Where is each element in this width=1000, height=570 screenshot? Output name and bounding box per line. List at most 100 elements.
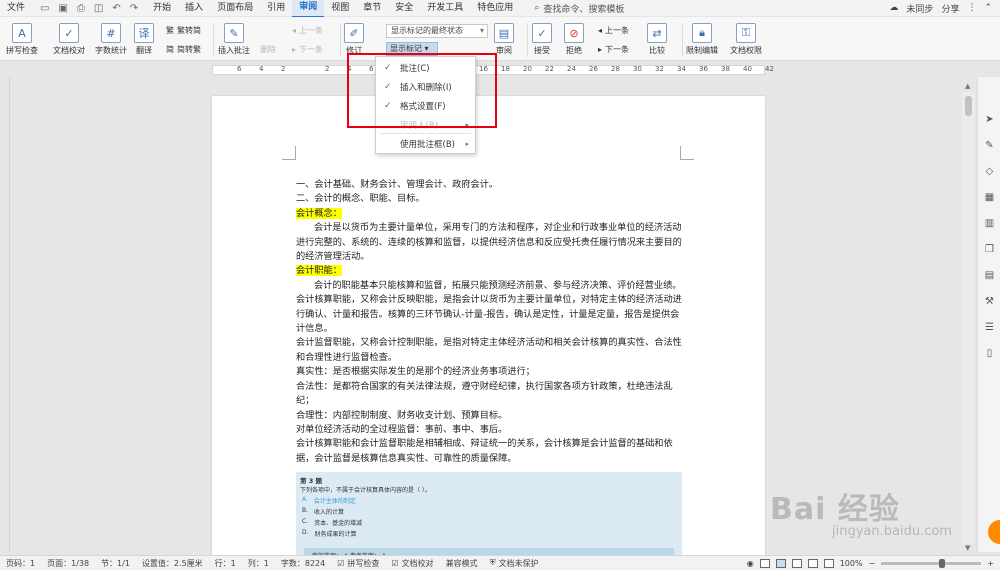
tab-references[interactable]: 引用 — [260, 0, 292, 17]
scroll-down-icon[interactable]: ▼ — [965, 544, 970, 552]
spell-check-label: 拼写检查 — [6, 46, 38, 55]
vertical-scrollbar[interactable]: ▲ ▼ — [962, 82, 975, 552]
file-menu[interactable]: 文件 — [0, 0, 32, 17]
doc-rights-button[interactable]: ⚿ 文档权限 — [730, 23, 762, 56]
review-pane-button[interactable]: ▤ 审阅 — [494, 23, 514, 56]
ruler-tick-label: 32 — [655, 65, 664, 73]
embedded-quiz-image[interactable]: 第 3 题 下列各项中，不属于会计核算具体内容的是（ ）。 A. 会计主体的制定 … — [296, 472, 682, 556]
shape-icon[interactable]: ◇ — [983, 165, 996, 178]
reject-button[interactable]: ⊘ 拒绝 — [564, 23, 584, 56]
view-page-icon[interactable] — [775, 558, 786, 568]
next-change-button[interactable]: ▸ 下一条 — [598, 44, 629, 55]
print-preview-icon[interactable]: ◫ — [94, 3, 103, 14]
sync-status[interactable]: 未同步 — [906, 2, 933, 15]
accept-button[interactable]: ✓ 接受 — [532, 23, 552, 56]
table-icon[interactable]: ▦ — [983, 191, 996, 204]
print-icon[interactable]: ⎙ — [77, 3, 85, 14]
pen-icon[interactable]: ✎ — [983, 139, 996, 152]
display-mode-select[interactable]: 显示标记的最终状态 ▾ — [386, 24, 488, 38]
book-icon[interactable]: ▯ — [983, 347, 996, 360]
compare-icon: ⇄ — [647, 23, 667, 43]
zoom-out-icon[interactable]: − — [869, 559, 876, 568]
undo-icon[interactable]: ↶ — [112, 3, 120, 14]
layers-icon[interactable]: ☰ — [983, 321, 996, 334]
reject-label: 拒绝 — [566, 46, 582, 55]
document-body[interactable]: 一、会计基础、财务会计、管理会计、政府会计。 二、会计的概念、职能、目标。 会计… — [296, 178, 686, 466]
command-search[interactable]: ⌕ 查找命令、搜索模板 — [534, 2, 624, 15]
view-outline-icon[interactable] — [791, 558, 802, 568]
copy-icon[interactable]: ❐ — [983, 243, 996, 256]
word-count-button[interactable]: # 字数统计 — [95, 23, 127, 56]
status-doc-proof[interactable]: ☑ 文档校对 — [385, 558, 439, 569]
zoom-in-icon[interactable]: + — [987, 559, 994, 568]
word-count-icon: # — [101, 23, 121, 43]
ribbon-divider — [213, 23, 214, 57]
redo-icon[interactable]: ↷ — [130, 3, 138, 14]
scroll-up-icon[interactable]: ▲ — [965, 82, 970, 90]
tab-home[interactable]: 开始 — [146, 0, 178, 17]
scroll-thumb[interactable] — [965, 96, 972, 116]
trad-to-simp-button[interactable]: 繁繁转简 — [166, 25, 201, 36]
menu-item-label: 使用批注框(B) — [400, 140, 455, 150]
document-page[interactable]: 一、会计基础、财务会计、管理会计、政府会计。 二、会计的概念、职能、目标。 会计… — [212, 96, 765, 556]
display-mode-value: 显示标记的最终状态 — [391, 26, 463, 35]
tab-features[interactable]: 特色应用 — [470, 0, 520, 17]
paragraph: 对单位经济活动的全过程监督：事前、事中、事后。 — [296, 423, 508, 435]
doc-proof-button[interactable]: ✓ 文档校对 — [53, 23, 85, 56]
more-icon[interactable]: ⋮ — [967, 3, 976, 13]
view-web-icon[interactable] — [807, 558, 818, 568]
eye-icon[interactable]: ◉ — [747, 559, 754, 568]
prev-comment-button[interactable]: ◂ 上一条 — [292, 25, 323, 36]
track-changes-button[interactable]: ✐ 修订 — [344, 23, 364, 56]
paragraph: 合法性：是都符合国家的有关法律法规，遵守财经纪律，执行国家各项方针政策，杜绝违法… — [296, 380, 673, 407]
open-icon[interactable]: ▭ — [40, 3, 49, 14]
tab-security[interactable]: 安全 — [388, 0, 420, 17]
save-icon[interactable]: ▣ — [58, 3, 67, 14]
status-doc-protect[interactable]: ⛨ 文档未保护 — [484, 558, 545, 569]
prev-icon: ◂ — [292, 26, 297, 35]
tab-insert[interactable]: 插入 — [178, 0, 210, 17]
status-word-count[interactable]: 字数：8224 — [275, 558, 331, 569]
vertical-ruler[interactable] — [0, 77, 10, 552]
document-icon[interactable]: ▤ — [983, 269, 996, 282]
delete-comment-button[interactable]: 删除 — [260, 44, 276, 55]
zoom-slider-knob[interactable] — [939, 558, 946, 568]
simp-to-trad-button[interactable]: 简简转繁 — [166, 44, 201, 55]
view-full-icon[interactable] — [759, 558, 770, 568]
spell-check-button[interactable]: A 拼写检查 — [6, 23, 38, 56]
insert-comment-button[interactable]: ✎ 插入批注 — [218, 23, 250, 56]
status-page-number[interactable]: 页码：1 — [0, 558, 41, 569]
chart-icon[interactable]: ▥ — [983, 217, 996, 230]
menu-item-balloons[interactable]: 使用批注框(B) ▸ — [376, 135, 475, 153]
tab-view[interactable]: 视图 — [324, 0, 356, 17]
ribbon-divider — [527, 23, 528, 57]
horizontal-ruler[interactable]: 6422468101214161820222426283032343638404… — [0, 63, 1000, 77]
status-pages[interactable]: 页面：1/38 — [41, 558, 95, 569]
tab-page-layout[interactable]: 页面布局 — [210, 0, 260, 17]
restrict-edit-button[interactable]: 🔒︎ 限制编辑 — [686, 23, 718, 56]
paragraph: 合理性：内部控制制度、财务收支计划、预算目标。 — [296, 409, 508, 421]
translate-button[interactable]: 译翻译 — [134, 23, 154, 56]
view-read-icon[interactable] — [823, 558, 834, 568]
quick-access-toolbar: ▭ ▣ ⎙ ◫ ↶ ↷ — [32, 3, 146, 14]
status-section[interactable]: 节：1/1 — [95, 558, 136, 569]
tab-developer[interactable]: 开发工具 — [420, 0, 470, 17]
tab-chapter[interactable]: 章节 — [356, 0, 388, 17]
ruler-tick-label: 26 — [589, 65, 598, 73]
zoom-level[interactable]: 100% — [840, 559, 863, 568]
ruler-tick-label: 6 — [237, 65, 242, 73]
tools-icon[interactable]: ⚒ — [983, 295, 996, 308]
collapse-ribbon-icon[interactable]: ⌃ — [984, 3, 992, 13]
status-setting[interactable]: 设置值：2.5厘米 — [136, 558, 209, 569]
prev-change-button[interactable]: ◂ 上一条 — [598, 25, 629, 36]
reject-icon: ⊘ — [564, 23, 584, 43]
zoom-slider[interactable] — [881, 558, 982, 568]
status-spell-check[interactable]: ☑ 拼写检查 — [331, 558, 385, 569]
right-sidebar-toolbar: ➤ ✎ ◇ ▦ ▥ ❐ ▤ ⚒ ☰ ▯ — [977, 77, 1000, 552]
share-button[interactable]: 分享 — [941, 2, 959, 15]
compare-button[interactable]: ⇄ 比较 — [647, 23, 667, 56]
next-comment-button[interactable]: ▸ 下一条 — [292, 44, 323, 55]
tab-review[interactable]: 审阅 — [292, 0, 325, 18]
pointer-icon[interactable]: ➤ — [983, 113, 996, 126]
highlighted-heading: 会计概念： — [296, 207, 342, 219]
